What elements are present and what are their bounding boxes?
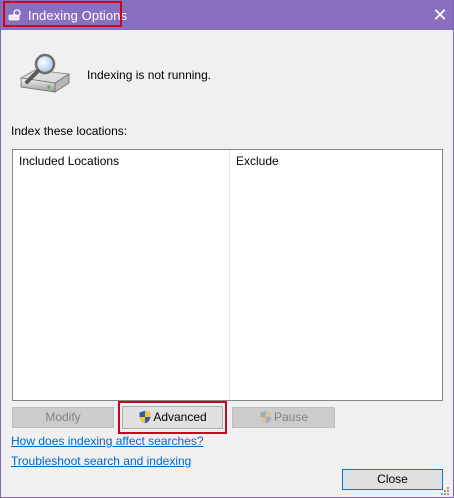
- locations-list[interactable]: Included Locations Exclude: [12, 149, 443, 401]
- drive-magnifier-icon: [19, 53, 71, 93]
- indexing-status-text: Indexing is not running.: [87, 68, 212, 82]
- uac-shield-icon: [260, 410, 272, 424]
- column-header-exclude[interactable]: Exclude: [230, 150, 442, 173]
- advanced-highlight-box: [118, 401, 227, 434]
- pause-button-label: Pause: [273, 410, 309, 424]
- close-button[interactable]: Close: [342, 469, 443, 490]
- modify-button[interactable]: Modify: [12, 407, 114, 428]
- column-divider[interactable]: [229, 150, 230, 400]
- troubleshoot-link[interactable]: Troubleshoot search and indexing: [11, 454, 191, 468]
- index-locations-label: Index these locations:: [11, 124, 128, 138]
- close-icon[interactable]: ✕: [429, 5, 451, 25]
- resize-grip-icon[interactable]: [438, 484, 450, 496]
- indexing-options-window: Indexing Options ✕ Indexing is not runni…: [0, 0, 454, 498]
- how-indexing-affects-link[interactable]: How does indexing affect searches?: [11, 434, 204, 448]
- column-header-included[interactable]: Included Locations: [13, 150, 230, 173]
- pause-button[interactable]: Pause: [232, 407, 335, 428]
- title-highlight-box: [3, 1, 122, 27]
